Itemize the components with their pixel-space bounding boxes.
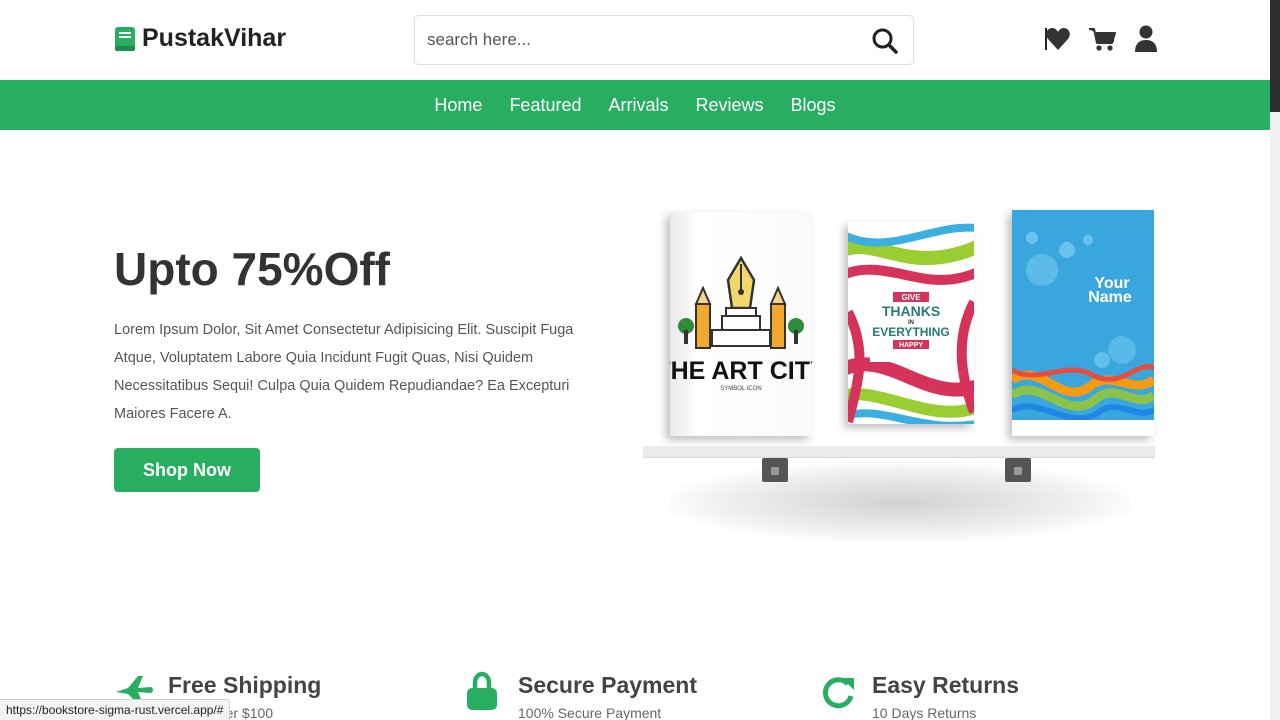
nav-blogs[interactable]: Blogs	[791, 95, 836, 116]
header: PustakVihar	[0, 0, 1270, 80]
shelf-bracket	[762, 458, 788, 482]
header-icons	[1044, 24, 1160, 54]
hero-description: Lorem Ipsum Dolor, Sit Amet Consectetur …	[114, 322, 574, 422]
book-give-thanks[interactable]: GIVE THANKS IN EVERYTHING HAPPY	[848, 222, 974, 424]
books-shelf-illustration[interactable]: THE ART CITY SYMBOL ICON GIVE THANKS IN …	[640, 200, 1160, 550]
search-form	[414, 15, 914, 65]
shop-now-button[interactable]: Shop Now	[114, 448, 260, 492]
nav-arrivals[interactable]: Arrivals	[608, 95, 668, 116]
brand-name: PustakVihar	[142, 24, 287, 52]
art-city-cover: THE ART CITY SYMBOL ICON	[655, 255, 827, 392]
brand-logo[interactable]: PustakVihar	[114, 24, 286, 53]
feature-easy-returns: Easy Returns 10 Days Returns	[818, 670, 1019, 720]
svg-text:THE ART CITY: THE ART CITY	[670, 357, 812, 385]
svg-text:SYMBOL ICON: SYMBOL ICON	[720, 386, 761, 392]
status-bar-url: https://bookstore-sigma-rust.vercel.app/…	[0, 699, 231, 720]
search-icon[interactable]	[871, 27, 899, 55]
main-nav: Home Featured Arrivals Reviews Blogs	[0, 80, 1270, 130]
user-icon[interactable]	[1132, 24, 1160, 54]
nav-reviews[interactable]: Reviews	[696, 95, 764, 116]
heart-icon[interactable]	[1044, 24, 1072, 54]
svg-text:THANKS: THANKS	[882, 303, 940, 319]
svg-text:GIVE: GIVE	[901, 293, 921, 302]
shelf-shadow	[670, 462, 1130, 542]
nav-home[interactable]: Home	[434, 95, 482, 116]
your-name-cover: Your Name	[1012, 210, 1154, 436]
redo-icon	[822, 677, 854, 709]
give-thanks-cover: GIVE THANKS IN EVERYTHING HAPPY	[848, 222, 974, 424]
svg-text:HAPPY: HAPPY	[899, 342, 923, 349]
book-icon	[115, 26, 135, 51]
feature-title: Easy Returns	[872, 672, 1020, 698]
scrollbar-thumb[interactable]	[1270, 0, 1280, 112]
nav-featured[interactable]: Featured	[509, 95, 581, 116]
book-your-name[interactable]: Your Name	[1012, 210, 1154, 436]
shelf	[643, 446, 1155, 458]
cart-icon[interactable]	[1088, 24, 1116, 54]
feature-title: Free Shipping	[168, 672, 322, 698]
search-input[interactable]	[415, 18, 845, 62]
hero-title: Upto 75%Off	[114, 243, 390, 295]
svg-text:EVERYTHING: EVERYTHING	[872, 325, 950, 339]
svg-text:Name: Name	[1088, 289, 1132, 306]
feature-secure-payment: Secure Payment 100% Secure Payment	[464, 670, 697, 720]
shelf-bracket	[1005, 458, 1031, 482]
feature-title: Secure Payment	[518, 672, 697, 698]
lock-icon	[467, 671, 497, 710]
book-art-city[interactable]: THE ART CITY SYMBOL ICON	[655, 212, 827, 436]
feature-text: 10 Days Returns	[872, 705, 977, 720]
feature-text: 100% Secure Payment	[518, 705, 662, 720]
